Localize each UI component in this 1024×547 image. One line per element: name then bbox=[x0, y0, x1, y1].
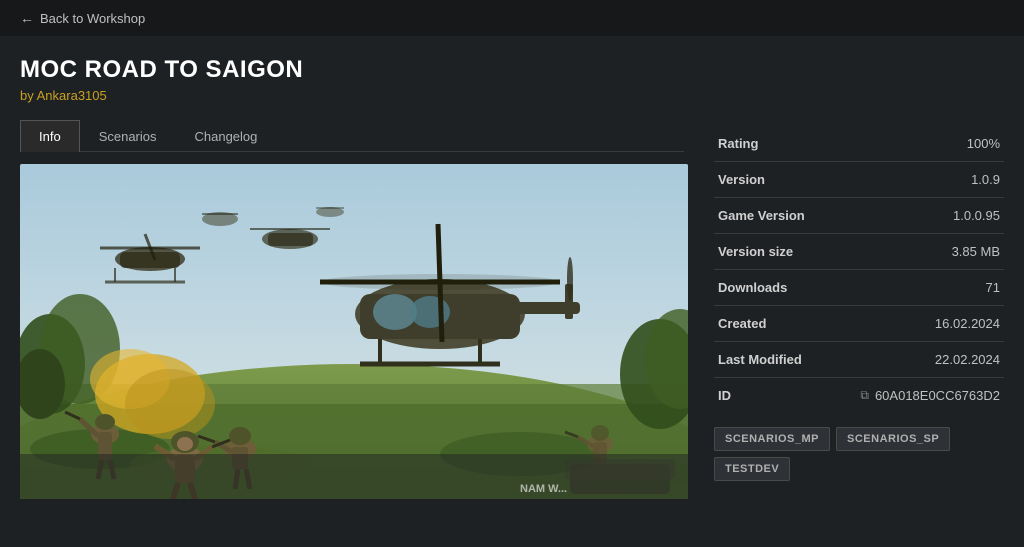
info-row-rating: Rating 100% bbox=[714, 126, 1004, 162]
info-val-id: ⧉ 60A018E0CC6763D2 bbox=[856, 378, 1004, 414]
mod-author: by Ankara3105 bbox=[20, 88, 684, 103]
info-key-game-version: Game Version bbox=[714, 198, 856, 234]
id-value: 60A018E0CC6763D2 bbox=[875, 388, 1000, 403]
tag-scenarios-mp[interactable]: SCENARIOS_MP bbox=[714, 427, 830, 451]
tab-info[interactable]: Info bbox=[20, 120, 80, 152]
info-row-game-version: Game Version 1.0.0.95 bbox=[714, 198, 1004, 234]
info-key-id: ID bbox=[714, 378, 856, 414]
tabs-bar: Info Scenarios Changelog bbox=[20, 119, 684, 152]
info-key-created: Created bbox=[714, 306, 856, 342]
info-row-version-size: Version size 3.85 MB bbox=[714, 234, 1004, 270]
back-to-workshop-link[interactable]: ← Back to Workshop bbox=[20, 10, 145, 26]
tags-area: SCENARIOS_MP SCENARIOS_SP TESTDEV bbox=[714, 427, 1004, 481]
info-val-rating: 100% bbox=[856, 126, 1004, 162]
right-panel: Rating 100% Version 1.0.9 Game Version 1… bbox=[714, 56, 1004, 499]
back-link-label: Back to Workshop bbox=[40, 11, 145, 26]
info-key-downloads: Downloads bbox=[714, 270, 856, 306]
svg-text:NAM W...: NAM W... bbox=[520, 483, 567, 495]
info-val-version-size: 3.85 MB bbox=[856, 234, 1004, 270]
info-row-downloads: Downloads 71 bbox=[714, 270, 1004, 306]
author-prefix: by bbox=[20, 88, 34, 103]
info-row-id: ID ⧉ 60A018E0CC6763D2 bbox=[714, 378, 1004, 414]
info-row-version: Version 1.0.9 bbox=[714, 162, 1004, 198]
info-row-created: Created 16.02.2024 bbox=[714, 306, 1004, 342]
info-val-version: 1.0.9 bbox=[856, 162, 1004, 198]
info-val-downloads: 71 bbox=[856, 270, 1004, 306]
back-arrow-icon: ← bbox=[20, 10, 34, 26]
tag-testdev[interactable]: TESTDEV bbox=[714, 457, 790, 481]
mod-title: MOC ROAD TO SAIGON bbox=[20, 56, 684, 84]
top-bar: ← Back to Workshop bbox=[0, 0, 1024, 36]
info-row-last-modified: Last Modified 22.02.2024 bbox=[714, 342, 1004, 378]
copy-id-icon[interactable]: ⧉ bbox=[860, 388, 869, 403]
info-val-game-version: 1.0.0.95 bbox=[856, 198, 1004, 234]
info-val-last-modified: 22.02.2024 bbox=[856, 342, 1004, 378]
tag-scenarios-sp[interactable]: SCENARIOS_SP bbox=[836, 427, 950, 451]
info-key-last-modified: Last Modified bbox=[714, 342, 856, 378]
tab-changelog[interactable]: Changelog bbox=[176, 120, 277, 152]
tab-scenarios[interactable]: Scenarios bbox=[80, 120, 176, 152]
info-table: Rating 100% Version 1.0.9 Game Version 1… bbox=[714, 126, 1004, 413]
info-key-version-size: Version size bbox=[714, 234, 856, 270]
info-key-rating: Rating bbox=[714, 126, 856, 162]
mod-image: NAM W... bbox=[20, 164, 688, 499]
info-val-created: 16.02.2024 bbox=[856, 306, 1004, 342]
author-name-val: Ankara3105 bbox=[37, 88, 107, 103]
info-key-version: Version bbox=[714, 162, 856, 198]
content-area: MOC ROAD TO SAIGON by Ankara3105 Info Sc… bbox=[0, 36, 1024, 509]
left-panel: MOC ROAD TO SAIGON by Ankara3105 Info Sc… bbox=[20, 56, 684, 499]
